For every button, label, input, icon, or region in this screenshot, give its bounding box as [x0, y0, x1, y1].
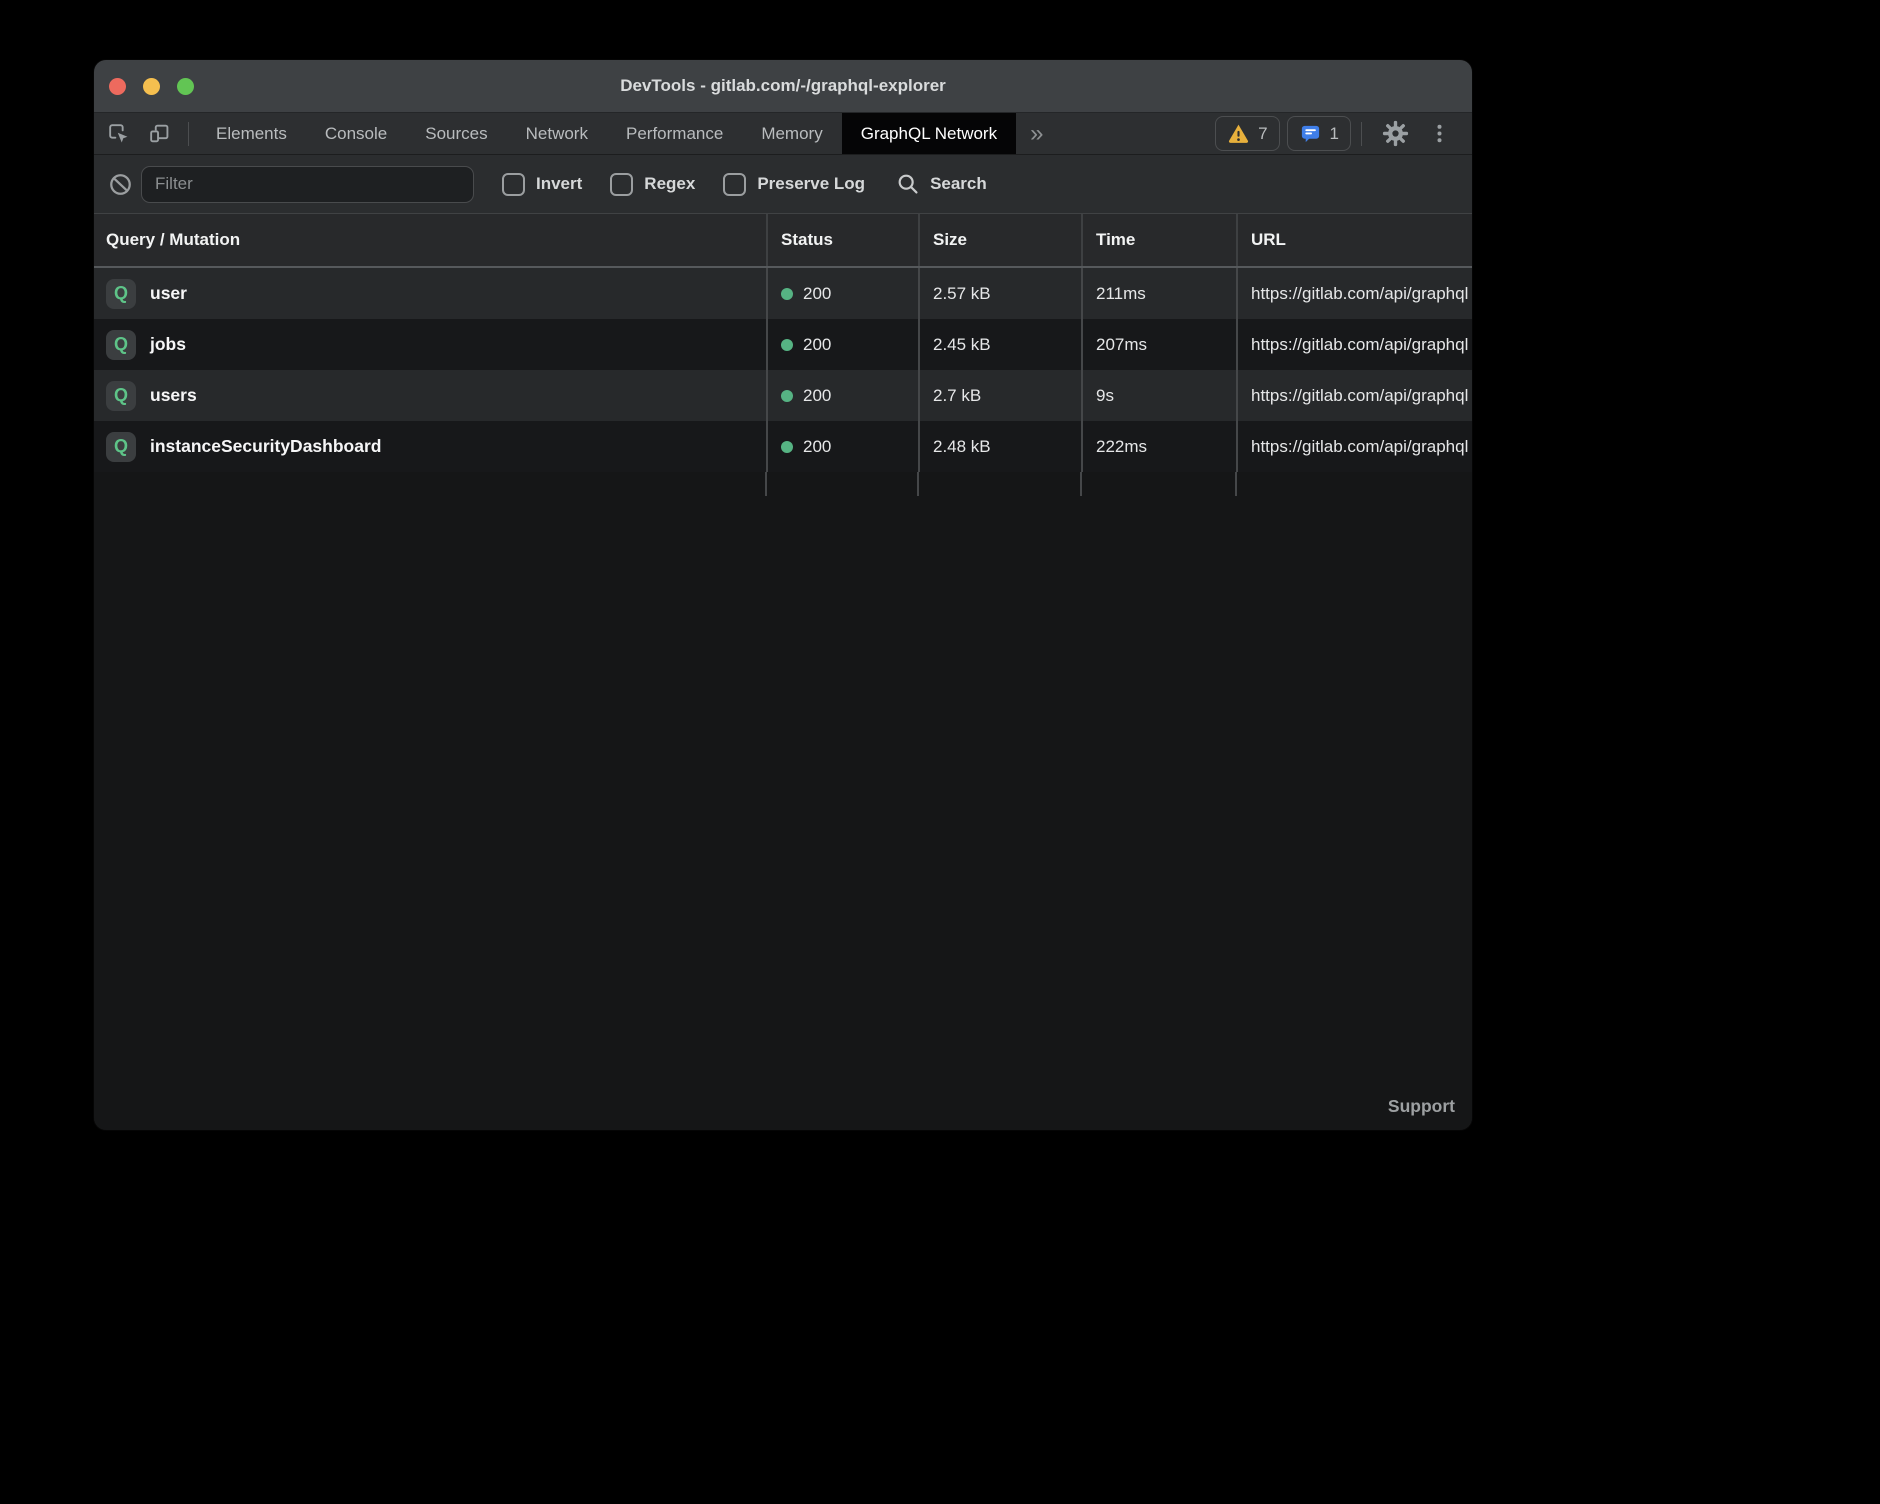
tabbar-right-controls: 7 1: [1208, 116, 1472, 151]
status-dot-icon: [781, 441, 793, 453]
table-empty-area: Support: [94, 472, 1472, 1130]
column-divider-stub: [917, 472, 919, 496]
query-name: users: [150, 385, 197, 406]
column-divider-stub: [765, 472, 767, 496]
column-header-query-mutation[interactable]: Query / Mutation: [94, 214, 766, 266]
query-type-badge: Q: [106, 279, 136, 309]
warning-triangle-icon: [1227, 122, 1250, 145]
size-value: 2.7 kB: [918, 370, 1081, 421]
table-row[interactable]: Q instanceSecurityDashboard 200 2.48 kB …: [94, 421, 1472, 472]
issues-count: 1: [1330, 124, 1339, 144]
regex-checkbox[interactable]: [610, 173, 633, 196]
device-toolbar-icon[interactable]: [139, 113, 180, 154]
regex-checkbox-group[interactable]: Regex: [610, 173, 695, 196]
column-header-size[interactable]: Size: [918, 214, 1081, 266]
tabs: ElementsConsoleSourcesNetworkPerformance…: [197, 113, 1016, 154]
status-value: 200: [803, 335, 831, 355]
kebab-menu-icon[interactable]: [1419, 122, 1460, 145]
filter-input[interactable]: [141, 166, 474, 203]
column-divider-stub: [1235, 472, 1237, 496]
query-type-badge: Q: [106, 381, 136, 411]
time-value: 222ms: [1081, 421, 1236, 472]
settings-gear-icon[interactable]: [1372, 119, 1419, 148]
query-type-badge: Q: [106, 432, 136, 462]
query-name: user: [150, 283, 187, 304]
table-row[interactable]: Q user 200 2.57 kB 211ms https://gitlab.…: [94, 268, 1472, 319]
column-header-time[interactable]: Time: [1081, 214, 1236, 266]
query-name: jobs: [150, 334, 186, 355]
url-value: https://gitlab.com/api/graphql: [1236, 319, 1472, 370]
status-value: 200: [803, 437, 831, 457]
table-row[interactable]: Q jobs 200 2.45 kB 207ms https://gitlab.…: [94, 319, 1472, 370]
search-icon: [895, 171, 921, 197]
table-header: Query / Mutation Status Size Time URL: [94, 214, 1472, 268]
column-header-url[interactable]: URL: [1236, 214, 1472, 266]
table-body: Q user 200 2.57 kB 211ms https://gitlab.…: [94, 268, 1472, 472]
regex-label[interactable]: Regex: [644, 174, 695, 194]
search-button[interactable]: Search: [895, 171, 987, 197]
column-header-status[interactable]: Status: [766, 214, 918, 266]
url-value: https://gitlab.com/api/graphql: [1236, 421, 1472, 472]
invert-checkbox[interactable]: [502, 173, 525, 196]
tab-elements[interactable]: Elements: [197, 113, 306, 154]
tab-graphql-network[interactable]: GraphQL Network: [842, 113, 1016, 154]
devtools-tabbar: ElementsConsoleSourcesNetworkPerformance…: [94, 113, 1472, 155]
size-value: 2.48 kB: [918, 421, 1081, 472]
query-type-badge: Q: [106, 330, 136, 360]
filter-bar: Invert Regex Preserve Log Search: [94, 155, 1472, 214]
invert-checkbox-group[interactable]: Invert: [502, 173, 582, 196]
preserve-log-label[interactable]: Preserve Log: [757, 174, 865, 194]
tab-memory[interactable]: Memory: [742, 113, 841, 154]
column-divider-stub: [1080, 472, 1082, 496]
url-value: https://gitlab.com/api/graphql: [1236, 268, 1472, 319]
devtools-window: DevTools - gitlab.com/-/graphql-explorer…: [94, 60, 1472, 1130]
minimize-window-button[interactable]: [143, 78, 160, 95]
controls-divider: [1361, 122, 1362, 146]
search-label: Search: [930, 174, 987, 194]
time-value: 207ms: [1081, 319, 1236, 370]
titlebar[interactable]: DevTools - gitlab.com/-/graphql-explorer: [94, 60, 1472, 113]
block-clear-icon[interactable]: [107, 171, 134, 198]
close-window-button[interactable]: [109, 78, 126, 95]
zoom-window-button[interactable]: [177, 78, 194, 95]
time-value: 211ms: [1081, 268, 1236, 319]
tab-console[interactable]: Console: [306, 113, 406, 154]
status-dot-icon: [781, 288, 793, 300]
issues-badge[interactable]: 1: [1287, 116, 1351, 151]
status-dot-icon: [781, 390, 793, 402]
toolbar-divider: [188, 122, 189, 146]
preserve-log-checkbox[interactable]: [723, 173, 746, 196]
preserve-log-checkbox-group[interactable]: Preserve Log: [723, 173, 865, 196]
status-value: 200: [803, 386, 831, 406]
tab-network[interactable]: Network: [507, 113, 607, 154]
support-link[interactable]: Support: [1388, 1096, 1455, 1117]
status-dot-icon: [781, 339, 793, 351]
size-value: 2.57 kB: [918, 268, 1081, 319]
more-tabs-chevron-icon[interactable]: »: [1016, 122, 1057, 146]
url-value: https://gitlab.com/api/graphql: [1236, 370, 1472, 421]
window-title: DevTools - gitlab.com/-/graphql-explorer: [94, 76, 1472, 96]
query-name: instanceSecurityDashboard: [150, 436, 381, 457]
message-bubble-icon: [1299, 122, 1322, 145]
status-value: 200: [803, 284, 831, 304]
tab-sources[interactable]: Sources: [406, 113, 506, 154]
traffic-lights: [109, 78, 194, 95]
size-value: 2.45 kB: [918, 319, 1081, 370]
warnings-badge[interactable]: 7: [1215, 116, 1279, 151]
tab-performance[interactable]: Performance: [607, 113, 742, 154]
table-row[interactable]: Q users 200 2.7 kB 9s https://gitlab.com…: [94, 370, 1472, 421]
warnings-count: 7: [1258, 124, 1267, 144]
invert-label[interactable]: Invert: [536, 174, 582, 194]
inspect-element-icon[interactable]: [94, 113, 139, 154]
time-value: 9s: [1081, 370, 1236, 421]
